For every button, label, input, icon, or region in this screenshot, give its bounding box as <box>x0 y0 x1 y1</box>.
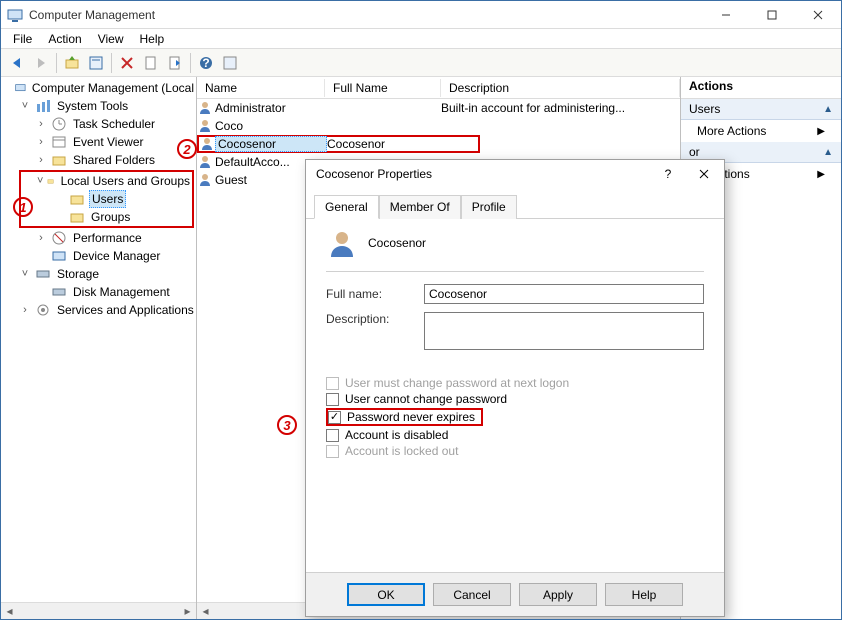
user-icon <box>197 100 213 116</box>
tree-event-viewer[interactable]: ›Event Viewer <box>3 133 196 151</box>
fullname-input[interactable] <box>424 284 704 304</box>
col-fullname[interactable]: Full Name <box>325 79 441 97</box>
export-button[interactable] <box>163 51 187 75</box>
nav-tree[interactable]: Computer Management (Local ˅System Tools… <box>1 77 196 602</box>
close-button[interactable] <box>795 1 841 29</box>
help-button[interactable]: Help <box>605 583 683 606</box>
chevron-right-icon: ▶ <box>817 126 825 137</box>
delete-button[interactable] <box>115 51 139 75</box>
list-row[interactable]: Coco <box>197 117 680 135</box>
tree-local-users-groups[interactable]: ˅Local Users and Groups <box>21 172 192 190</box>
forward-button[interactable] <box>29 51 53 75</box>
checkbox-icon <box>326 445 339 458</box>
options-button[interactable] <box>218 51 242 75</box>
properties-button[interactable] <box>84 51 108 75</box>
col-desc[interactable]: Description <box>441 79 680 97</box>
up-button[interactable] <box>60 51 84 75</box>
user-properties-dialog: Cocosenor Properties ? General Member Of… <box>305 159 725 617</box>
checkbox-icon[interactable] <box>326 393 339 406</box>
tree-performance[interactable]: ›Performance <box>3 229 196 247</box>
tree-root[interactable]: Computer Management (Local <box>3 79 196 97</box>
tab-general[interactable]: General <box>314 195 379 219</box>
dialog-help-button[interactable]: ? <box>650 160 686 188</box>
chevron-right-icon: ▶ <box>817 169 825 180</box>
tree-disk-management[interactable]: Disk Management <box>3 283 196 301</box>
cancel-button[interactable]: Cancel <box>433 583 511 606</box>
cb-never-expires[interactable]: Password never expires <box>326 408 483 426</box>
user-icon <box>199 136 215 152</box>
scroll-left-icon[interactable]: ◂ <box>197 603 214 620</box>
actions-header: Actions <box>681 77 841 99</box>
cb-locked: Account is locked out <box>326 444 704 458</box>
tree-storage[interactable]: ˅Storage <box>3 265 196 283</box>
username-label: Cocosenor <box>368 236 426 250</box>
menu-help[interactable]: Help <box>134 30 171 48</box>
description-input[interactable] <box>424 312 704 350</box>
minimize-button[interactable] <box>703 1 749 29</box>
tab-member-of[interactable]: Member Of <box>379 195 461 219</box>
collapse-icon: ▲ <box>823 147 833 158</box>
dialog-close-button[interactable] <box>686 160 722 188</box>
dialog-buttons: OK Cancel Apply Help <box>306 572 724 616</box>
tree-users[interactable]: Users <box>21 190 192 208</box>
menu-view[interactable]: View <box>92 30 130 48</box>
user-icon <box>197 172 213 188</box>
tree-groups[interactable]: Groups <box>21 208 192 226</box>
tree-task-scheduler[interactable]: ›Task Scheduler <box>3 115 196 133</box>
tree-services-apps[interactable]: ›Services and Applications <box>3 301 196 319</box>
list-header[interactable]: Name Full Name Description <box>197 77 680 99</box>
app-icon <box>7 7 23 23</box>
description-label: Description: <box>326 312 416 326</box>
menu-action[interactable]: Action <box>42 30 87 48</box>
checkbox-icon[interactable] <box>328 411 341 424</box>
tree-system-tools[interactable]: ˅System Tools <box>3 97 196 115</box>
toolbar: ? <box>1 49 841 77</box>
dialog-tabs: General Member Of Profile <box>306 188 724 219</box>
actions-group-users[interactable]: Users▲ <box>681 99 841 120</box>
scroll-left-icon[interactable]: ◂ <box>1 603 18 620</box>
menu-file[interactable]: File <box>7 30 38 48</box>
tree-hscroll[interactable]: ◂▸ <box>1 602 196 619</box>
tree-device-manager[interactable]: Device Manager <box>3 247 196 265</box>
window-title: Computer Management <box>29 8 703 22</box>
collapse-icon: ▲ <box>823 104 833 115</box>
titlebar: Computer Management <box>1 1 841 29</box>
help-button[interactable]: ? <box>194 51 218 75</box>
actions-more-1[interactable]: More Actions▶ <box>681 120 841 142</box>
cb-disabled[interactable]: Account is disabled <box>326 428 704 442</box>
list-row[interactable]: Administrator Built-in account for admin… <box>197 99 680 117</box>
tab-profile[interactable]: Profile <box>461 195 517 219</box>
user-icon <box>197 118 213 134</box>
dialog-body: Cocosenor Full name: Description: User m… <box>306 219 724 572</box>
dialog-titlebar: Cocosenor Properties ? <box>306 160 724 188</box>
back-button[interactable] <box>5 51 29 75</box>
dialog-title: Cocosenor Properties <box>316 167 650 181</box>
callout-2: 2 <box>177 139 197 159</box>
apply-button[interactable]: Apply <box>519 583 597 606</box>
callout-3: 3 <box>277 415 297 435</box>
computer-management-window: Computer Management File Action View Hel… <box>0 0 842 620</box>
user-icon <box>197 154 213 170</box>
scroll-right-icon[interactable]: ▸ <box>179 603 196 620</box>
cb-cannot-change[interactable]: User cannot change password <box>326 392 704 406</box>
user-large-icon <box>326 227 358 259</box>
callout-1: 1 <box>13 197 33 217</box>
tree-shared-folders[interactable]: ›Shared Folders <box>3 151 196 169</box>
svg-text:?: ? <box>202 56 209 70</box>
refresh-button[interactable] <box>139 51 163 75</box>
nav-tree-pane: Computer Management (Local ˅System Tools… <box>1 77 197 619</box>
list-row-selected[interactable]: Cocosenor Cocosenor <box>197 135 480 153</box>
fullname-label: Full name: <box>326 287 416 301</box>
menubar: File Action View Help <box>1 29 841 49</box>
col-name[interactable]: Name <box>197 79 325 97</box>
maximize-button[interactable] <box>749 1 795 29</box>
cb-must-change: User must change password at next logon <box>326 376 704 390</box>
checkbox-icon[interactable] <box>326 429 339 442</box>
ok-button[interactable]: OK <box>347 583 425 606</box>
checkbox-icon <box>326 377 339 390</box>
